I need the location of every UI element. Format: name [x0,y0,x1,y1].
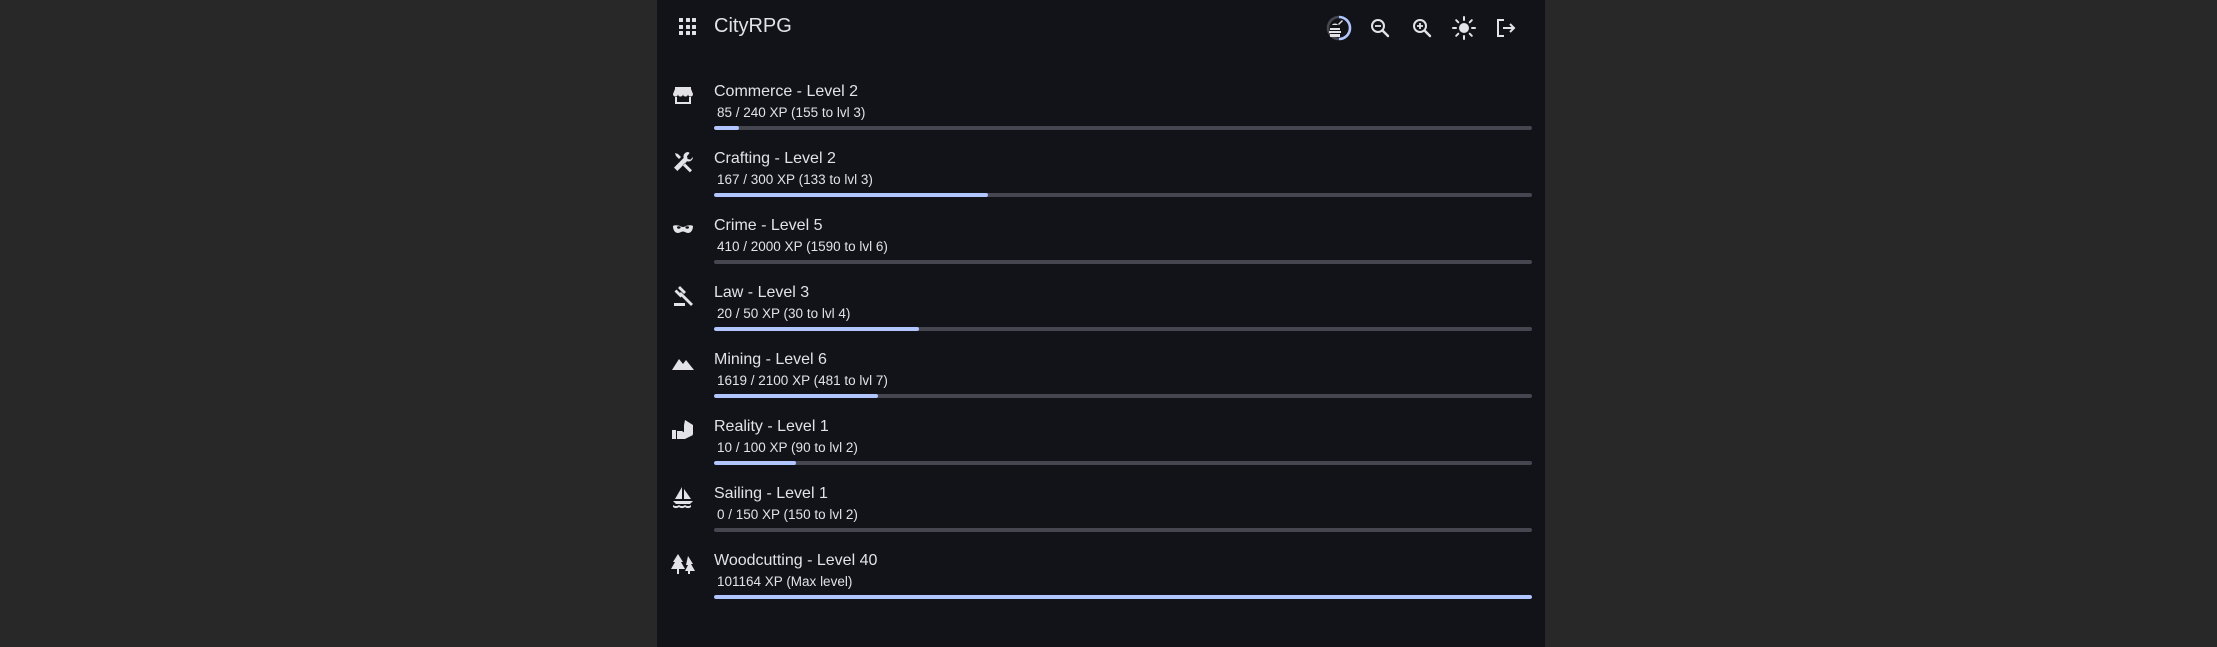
skill-name: Woodcutting - Level 40 [714,552,878,569]
zoom-out-icon[interactable] [1366,14,1394,42]
mountain-icon [671,351,695,375]
skill-xp: 167 / 300 XP (133 to lvl 3) [717,172,873,187]
skill-xp: 0 / 150 XP (150 to lvl 2) [717,507,858,522]
skill-name: Mining - Level 6 [714,351,827,368]
brightness-icon[interactable] [1450,14,1478,42]
skill-progress-bar [714,394,1532,398]
apps-menu-icon[interactable] [679,18,699,38]
skill-progress-bar [714,126,1532,130]
app-title: CityRPG [714,15,792,37]
house-hand-icon [671,418,695,442]
skill-xp: 101164 XP (Max level) [717,574,853,589]
skill-xp: 410 / 2000 XP (1590 to lvl 6) [717,239,888,254]
skill-progress-bar [714,260,1532,264]
skill-name: Crafting - Level 2 [714,150,836,167]
tools-icon [671,150,695,174]
gavel-icon [671,284,695,308]
skill-name: Commerce - Level 2 [714,83,859,100]
skill-row-reality: Reality - Level 1 10 / 100 XP (90 to lvl… [657,412,1545,470]
skill-row-crime: Crime - Level 5 410 / 2000 XP (1590 to l… [657,211,1545,269]
skill-row-mining: Mining - Level 6 1619 / 2100 XP (481 to … [657,345,1545,403]
app-panel: CityRPG Commerce - Level 2 85 / 240 XP (… [657,0,1545,647]
skill-row-law: Law - Level 3 20 / 50 XP (30 to lvl 4) [657,278,1545,336]
skill-xp: 20 / 50 XP (30 to lvl 4) [717,306,851,321]
sailboat-icon [671,485,695,509]
skill-progress-bar [714,461,1532,465]
skill-progress-bar [714,595,1532,599]
mask-icon [671,217,695,241]
top-app-bar: CityRPG [657,0,1545,56]
skill-xp: 1619 / 2100 XP (481 to lvl 7) [717,373,888,388]
skill-row-sailing: Sailing - Level 1 0 / 150 XP (150 to lvl… [657,479,1545,537]
skill-name: Law - Level 3 [714,284,810,301]
skill-name: Crime - Level 5 [714,217,823,234]
skill-row-woodcutting: Woodcutting - Level 40 101164 XP (Max le… [657,546,1545,604]
zoom-in-icon[interactable] [1408,14,1436,42]
energy-gauge-icon[interactable] [1324,14,1352,42]
skill-progress-bar [714,193,1532,197]
skill-xp: 85 / 240 XP (155 to lvl 3) [717,105,866,120]
skill-progress-bar [714,327,1532,331]
trees-icon [671,552,695,576]
skill-xp: 10 / 100 XP (90 to lvl 2) [717,440,858,455]
skill-name: Sailing - Level 1 [714,485,828,502]
skill-progress-bar [714,528,1532,532]
storefront-icon [671,83,695,107]
logout-icon[interactable] [1492,14,1520,42]
skill-row-commerce: Commerce - Level 2 85 / 240 XP (155 to l… [657,77,1545,135]
skill-name: Reality - Level 1 [714,418,829,435]
skill-row-crafting: Crafting - Level 2 167 / 300 XP (133 to … [657,144,1545,202]
